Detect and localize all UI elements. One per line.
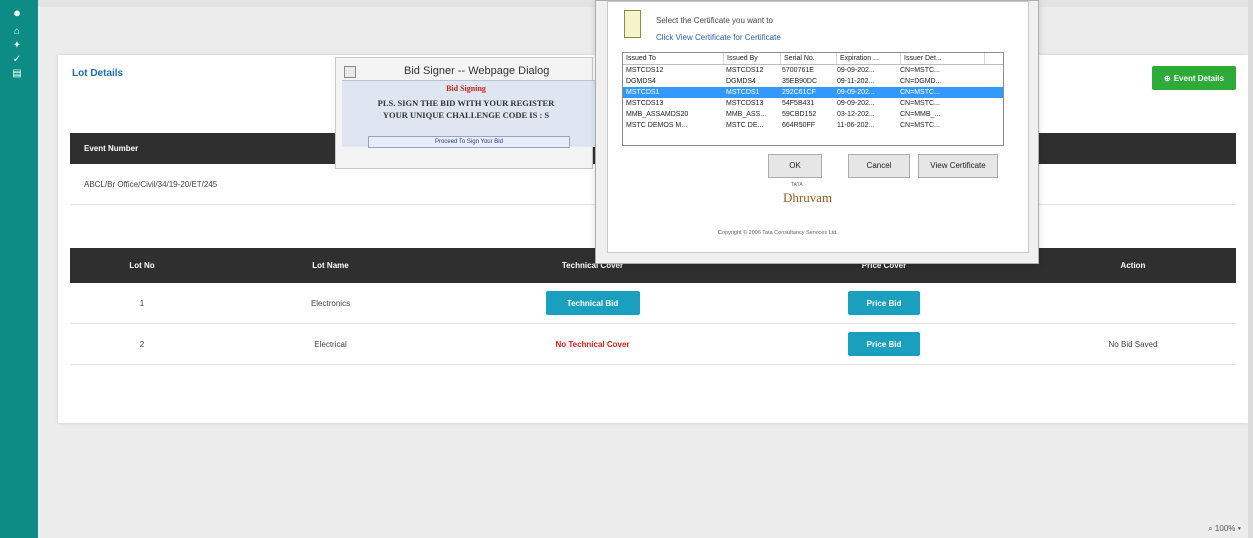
no-technical-cover-text: No Technical Cover (555, 339, 630, 349)
copyright-text: Copyright © 2006 Tata Consultancy Servic… (718, 230, 838, 236)
zoom-icon: ⌕ (1208, 524, 1213, 533)
bid-signer-title: Bid Signer -- Webpage Dialog (404, 65, 550, 77)
action-cell: No Bid Saved (1108, 339, 1158, 349)
zoom-level[interactable]: ⌕ 100% ▾ (1208, 524, 1241, 534)
ok-button[interactable]: OK (768, 154, 822, 178)
event-details-label: Event Details (1173, 73, 1224, 83)
lot-details-title: Lot Details (72, 68, 124, 79)
home-icon[interactable]: ⌂ (11, 26, 23, 38)
cert-issuer: CN=MSTC... (900, 67, 940, 74)
col-serial[interactable]: Serial No. (781, 53, 837, 64)
cert-expiration: 09-09-202... (837, 100, 875, 107)
cert-serial: 664R50FF (782, 122, 816, 129)
col-lot-no: Lot No (129, 261, 155, 270)
plus-circle-icon: ⊕ (1164, 73, 1171, 83)
bid-signer-dialog: Bid Signer -- Webpage Dialog Bid Signing… (335, 57, 598, 169)
certificate-row[interactable]: MMB_ASSAMDS20 MMB_ASS... 59CBD152 03-12-… (623, 109, 1003, 120)
cert-issuer: CN=MMB_... (900, 111, 941, 118)
cert-issuer: CN=MSTC... (900, 100, 940, 107)
lot-name: Electronics (310, 298, 351, 308)
cert-issued-by: MSTC DE... (726, 122, 764, 129)
cert-expiration: 09-09-202... (837, 89, 875, 96)
price-bid-button[interactable]: Price Bid (848, 291, 920, 315)
cert-issued-to: MMB_ASSAMDS20 (626, 111, 689, 118)
cert-issued-to: MSTCDS12 (626, 67, 664, 74)
certificate-row[interactable]: MSTCDS13 MSTCDS13 54F5B431 09-09-202... … (623, 98, 1003, 109)
bid-signer-line2: YOUR UNIQUE CHALLENGE CODE IS : S (382, 110, 550, 120)
cert-expiration: 09-09-202... (837, 67, 875, 74)
proceed-sign-button[interactable]: Proceed To Sign Your Bid (368, 136, 570, 148)
zoom-value: 100% (1214, 524, 1236, 533)
cert-expiration: 09-11-202... (837, 78, 875, 85)
dialog-icon (344, 66, 356, 78)
price-cell: Price Bid (738, 283, 1030, 323)
event-number-value: ABCL/Br Office/Civil/34/19-20/ET/245 (84, 180, 218, 189)
chart-icon[interactable]: ▤ (11, 68, 23, 80)
bid-signer-line1: PLS. SIGN THE BID WITH YOUR REGISTER (377, 98, 555, 108)
col-lot-name: Lot Name (312, 261, 349, 270)
cert-issued-by: MSTCDS12 (726, 67, 764, 74)
table-row: 2 Electrical No Technical Cover Price Bi… (70, 324, 1236, 365)
technical-cell: Technical Bid (447, 283, 738, 323)
lot-name: Electrical (314, 339, 347, 349)
user-icon[interactable]: ● (11, 6, 23, 19)
col-issued-to[interactable]: Issued To (623, 53, 724, 64)
cert-serial: 5700761E (782, 67, 814, 74)
dhruvam-logo: Dhruvam (783, 190, 833, 205)
cert-expiration: 11-06-202... (837, 122, 875, 129)
lot-no: 1 (139, 298, 145, 308)
cert-issued-by: DGMDS4 (726, 78, 756, 85)
price-bid-button[interactable]: Price Bid (848, 332, 920, 356)
check-icon[interactable]: ✓ (11, 54, 23, 66)
price-cell: Price Bid (738, 324, 1030, 364)
cert-issuer: CN=MSTC... (900, 89, 940, 96)
cert-issued-by: MSTCDS1 (726, 89, 760, 96)
cert-serial: 54F5B431 (782, 100, 815, 107)
certificate-row[interactable]: MSTCDS12 MSTCDS12 5700761E 09-09-202... … (623, 65, 1003, 76)
cert-serial: 35EB90DC (782, 78, 818, 85)
certificate-icon (624, 10, 641, 38)
certificate-dialog: Select the Certificate you want to Click… (595, 0, 1039, 264)
bid-signing-heading: Bid Signing (446, 84, 486, 93)
cert-issued-to: MSTCDS13 (626, 100, 664, 107)
certificate-list-header: Issued To Issued By Serial No. Expiratio… (623, 53, 1003, 65)
gavel-icon[interactable]: ✦ (11, 40, 23, 52)
cert-serial: 59CBD152 (782, 111, 817, 118)
cert-issued-to: MSTC DEMOS M... (626, 122, 688, 129)
view-certificate-button[interactable]: View Certificate (918, 154, 998, 178)
certificate-row-selected[interactable]: MSTCDS1 MSTCDS1 292C61CF 09-09-202... CN… (623, 87, 1003, 98)
cert-issuer: CN=DGMD... (900, 78, 942, 85)
cert-issued-by: MSTCDS13 (726, 100, 764, 107)
cert-expiration: 03-12-202... (837, 111, 875, 118)
lot-no: 2 (139, 339, 145, 349)
certificate-row[interactable]: MSTC DEMOS M... MSTC DE... 664R50FF 11-0… (623, 120, 1003, 131)
cert-serial: 292C61CF (782, 89, 816, 96)
col-action: Action (1120, 261, 1146, 270)
col-expiration[interactable]: Expiration ... (837, 53, 901, 64)
bid-signer-body: Bid Signing PLS. SIGN THE BID WITH YOUR … (342, 80, 598, 148)
brand-small: TATA (791, 182, 803, 188)
cert-issued-to: MSTCDS1 (626, 89, 660, 96)
cert-issued-by: MMB_ASS... (726, 111, 767, 118)
action-cell (1030, 283, 1236, 323)
technical-bid-button[interactable]: Technical Bid (545, 291, 640, 315)
technical-cell: No Technical Cover (447, 324, 738, 364)
chevron-down-icon: ▾ (1237, 524, 1241, 533)
sidebar: ● ⌂ ✦ ✓ ▤ (0, 0, 38, 538)
col-issued-by[interactable]: Issued By (724, 53, 781, 64)
certificate-list[interactable]: Issued To Issued By Serial No. Expiratio… (622, 52, 1004, 146)
cancel-button[interactable]: Cancel (848, 154, 910, 178)
event-details-button[interactable]: ⊕ Event Details (1152, 66, 1236, 90)
cert-issued-to: DGMDS4 (626, 78, 656, 85)
cert-instruction: Select the Certificate you want to (656, 16, 773, 25)
page-scrollbar[interactable] (1248, 0, 1253, 538)
cert-issuer: CN=MSTC... (900, 122, 940, 129)
cert-hint: Click View Certificate for Certificate (656, 33, 781, 42)
col-issuer[interactable]: Issuer Det... (901, 53, 985, 64)
certificate-dialog-content: Select the Certificate you want to Click… (607, 1, 1029, 253)
certificate-row[interactable]: DGMDS4 DGMDS4 35EB90DC 09-11-202... CN=D… (623, 76, 1003, 87)
table-row: 1 Electronics Technical Bid Price Bid (70, 283, 1236, 324)
event-number-header-label: Event Number (84, 144, 139, 153)
lots-table: Lot No Lot Name Technical Cover Price Co… (70, 248, 1236, 365)
